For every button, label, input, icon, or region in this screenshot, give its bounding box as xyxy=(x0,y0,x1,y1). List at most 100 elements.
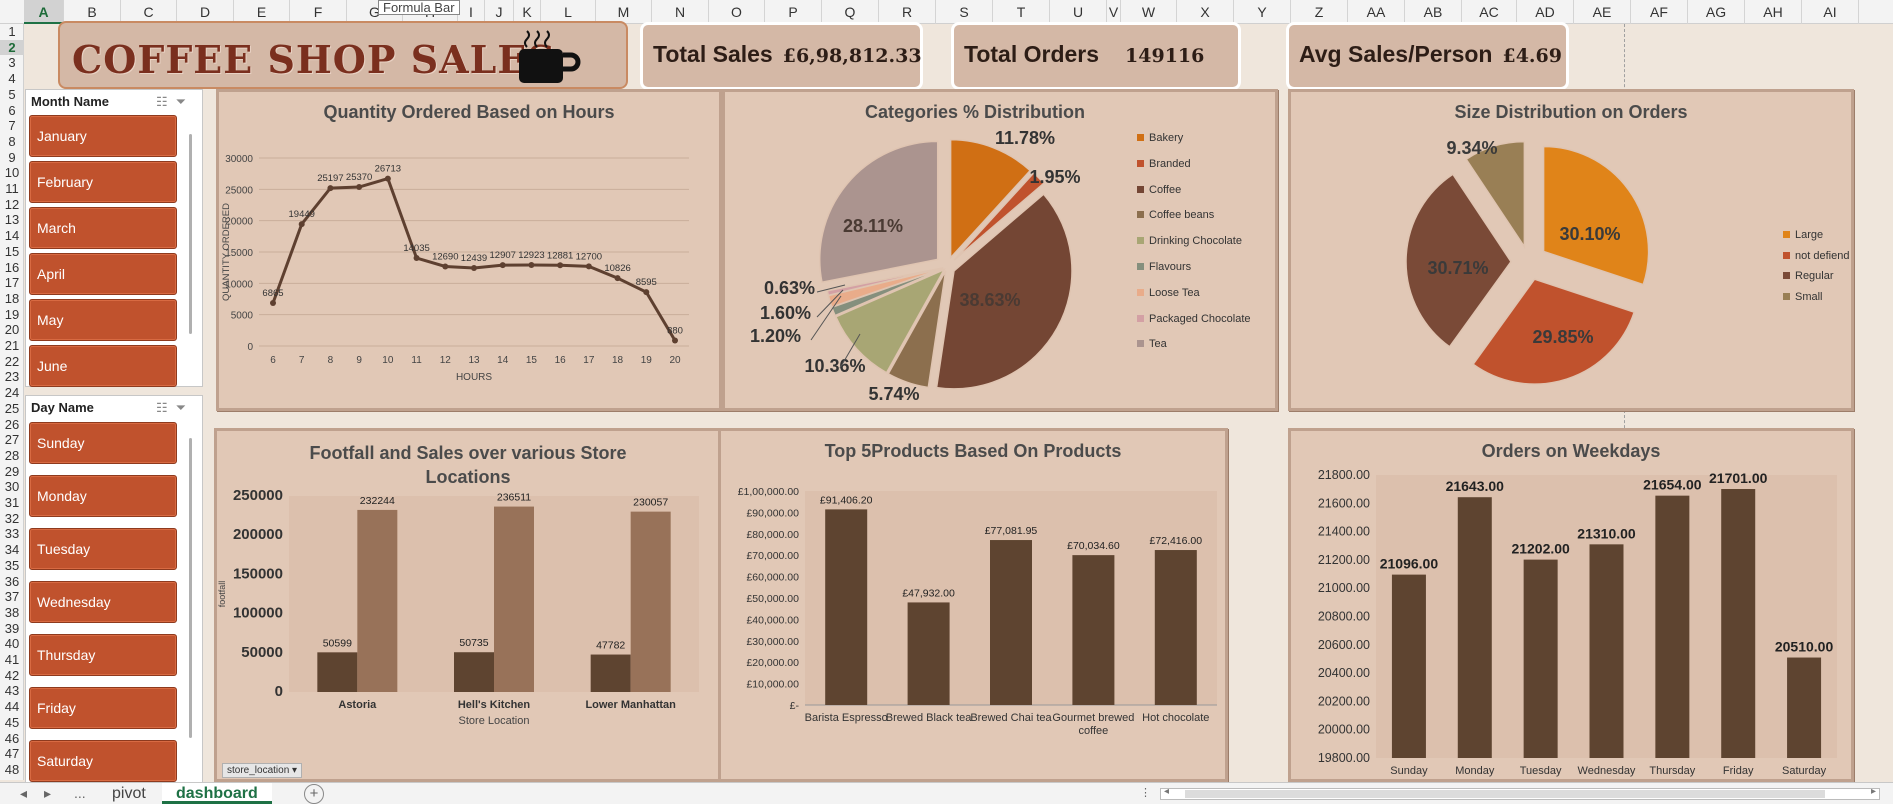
chart-weekdays-panel[interactable]: Orders on Weekdays 19800.00 20000.00 20200… xyxy=(1288,428,1854,782)
column-ac[interactable]: AC xyxy=(1462,0,1517,24)
next-sheet-icon[interactable]: ▸ xyxy=(44,785,51,802)
row-39[interactable]: 39 xyxy=(0,621,24,637)
row-22[interactable]: 22 xyxy=(0,354,24,370)
row-4[interactable]: 4 xyxy=(0,71,24,87)
row-15[interactable]: 15 xyxy=(0,244,24,260)
multi-select-icon[interactable]: ☷ xyxy=(156,400,176,415)
clear-filter-icon[interactable]: ⏷ xyxy=(176,94,194,109)
row-8[interactable]: 8 xyxy=(0,134,24,150)
row-23[interactable]: 23 xyxy=(0,369,24,385)
row-14[interactable]: 14 xyxy=(0,228,24,244)
slicer-item-april[interactable]: April xyxy=(29,253,177,295)
add-sheet-button[interactable]: + xyxy=(304,784,324,804)
row-3[interactable]: 3 xyxy=(0,55,24,71)
row-2[interactable]: 2 xyxy=(0,39,24,56)
column-x[interactable]: X xyxy=(1177,0,1234,24)
row-13[interactable]: 13 xyxy=(0,212,24,228)
row-35[interactable]: 35 xyxy=(0,558,24,574)
chart-sizes-panel[interactable]: Size Distribution on Orders 30.10% 29.85%… xyxy=(1288,89,1854,411)
column-r[interactable]: R xyxy=(879,0,936,24)
multi-select-icon[interactable]: ☷ xyxy=(156,94,176,109)
slicer-scrollbar[interactable] xyxy=(189,438,192,738)
slicer-item-thursday[interactable]: Thursday xyxy=(29,634,177,676)
column-t[interactable]: T xyxy=(993,0,1050,24)
row-25[interactable]: 25 xyxy=(0,401,24,417)
row-18[interactable]: 18 xyxy=(0,291,24,307)
slicer-scrollbar[interactable] xyxy=(189,134,192,334)
tab-dashboard[interactable]: dashboard xyxy=(162,783,272,804)
row-10[interactable]: 10 xyxy=(0,165,24,181)
column-o[interactable]: O xyxy=(709,0,765,24)
row-19[interactable]: 19 xyxy=(0,307,24,323)
prev-sheet-icon[interactable]: ◂ xyxy=(20,785,27,802)
clear-filter-icon[interactable]: ⏷ xyxy=(176,400,194,415)
slicer-item-monday[interactable]: Monday xyxy=(29,475,177,517)
row-12[interactable]: 12 xyxy=(0,197,24,213)
slicer-item-wednesday[interactable]: Wednesday xyxy=(29,581,177,623)
scroll-left-icon[interactable]: ◂ xyxy=(1164,786,1169,797)
column-ab[interactable]: AB xyxy=(1405,0,1462,24)
row-34[interactable]: 34 xyxy=(0,542,24,558)
column-a[interactable]: A xyxy=(24,0,64,24)
slicer-item-tuesday[interactable]: Tuesday xyxy=(29,528,177,570)
slicer-item-june[interactable]: June xyxy=(29,345,177,387)
column-n[interactable]: N xyxy=(652,0,709,24)
column-ai[interactable]: AI xyxy=(1802,0,1859,24)
column-v[interactable]: V xyxy=(1107,0,1121,24)
row-9[interactable]: 9 xyxy=(0,150,24,166)
slicer-item-february[interactable]: February xyxy=(29,161,177,203)
row-28[interactable]: 28 xyxy=(0,448,24,464)
row-44[interactable]: 44 xyxy=(0,699,24,715)
column-ag[interactable]: AG xyxy=(1688,0,1745,24)
row-48[interactable]: 48 xyxy=(0,762,24,778)
column-af[interactable]: AF xyxy=(1631,0,1688,24)
scrollbar-thumb[interactable] xyxy=(1185,790,1825,798)
slicer-item-sunday[interactable]: Sunday xyxy=(29,422,177,464)
column-w[interactable]: W xyxy=(1121,0,1177,24)
row-7[interactable]: 7 xyxy=(0,118,24,134)
row-47[interactable]: 47 xyxy=(0,746,24,762)
row-43[interactable]: 43 xyxy=(0,683,24,699)
row-26[interactable]: 26 xyxy=(0,417,24,433)
row-29[interactable]: 29 xyxy=(0,464,24,480)
row-41[interactable]: 41 xyxy=(0,652,24,668)
row-1[interactable]: 1 xyxy=(0,24,24,40)
tab-split-handle-icon[interactable]: ⋮ xyxy=(1140,786,1151,799)
slicer-item-may[interactable]: May xyxy=(29,299,177,341)
day-slicer[interactable]: Day Name ☷⏷ Sunday Monday Tuesday Wednesday… xyxy=(25,395,203,784)
column-u[interactable]: U xyxy=(1050,0,1107,24)
column-ah[interactable]: AH xyxy=(1745,0,1802,24)
row-24[interactable]: 24 xyxy=(0,385,24,401)
column-q[interactable]: Q xyxy=(822,0,879,24)
column-ae[interactable]: AE xyxy=(1574,0,1631,24)
row-40[interactable]: 40 xyxy=(0,636,24,652)
tab-pivot[interactable]: pivot xyxy=(98,783,160,804)
scroll-right-icon[interactable]: ▸ xyxy=(1871,786,1876,797)
row-21[interactable]: 21 xyxy=(0,338,24,354)
slicer-item-saturday[interactable]: Saturday xyxy=(29,740,177,782)
row-32[interactable]: 32 xyxy=(0,511,24,527)
row-27[interactable]: 27 xyxy=(0,432,24,448)
slicer-item-january[interactable]: January xyxy=(29,115,177,157)
row-45[interactable]: 45 xyxy=(0,715,24,731)
row-36[interactable]: 36 xyxy=(0,574,24,590)
column-s[interactable]: S xyxy=(936,0,993,24)
row-5[interactable]: 5 xyxy=(0,87,24,103)
row-11[interactable]: 11 xyxy=(0,181,24,197)
slicer-item-march[interactable]: March xyxy=(29,207,177,249)
column-p[interactable]: P xyxy=(765,0,822,24)
chart-top5-panel[interactable]: Top 5Products Based On Products £- £10,00… xyxy=(718,428,1228,782)
slicer-item-friday[interactable]: Friday xyxy=(29,687,177,729)
column-y[interactable]: Y xyxy=(1234,0,1291,24)
column-z[interactable]: Z xyxy=(1291,0,1348,24)
row-37[interactable]: 37 xyxy=(0,589,24,605)
column-ad[interactable]: AD xyxy=(1517,0,1574,24)
chart-footfall-panel[interactable]: Footfall and Sales over various Store Lo… xyxy=(214,428,722,782)
horizontal-scrollbar[interactable]: ◂ ▸ xyxy=(1160,786,1880,800)
chart-categories-panel[interactable]: Categories % Distribution 11.78% 1.95% 38.… xyxy=(722,89,1278,411)
row-31[interactable]: 31 xyxy=(0,495,24,511)
more-sheets-button[interactable]: ... xyxy=(74,785,86,801)
row-33[interactable]: 33 xyxy=(0,526,24,542)
row-42[interactable]: 42 xyxy=(0,668,24,684)
chart-hours-panel[interactable]: Quantity Ordered Based on Hours 0 5000 100… xyxy=(216,89,722,411)
